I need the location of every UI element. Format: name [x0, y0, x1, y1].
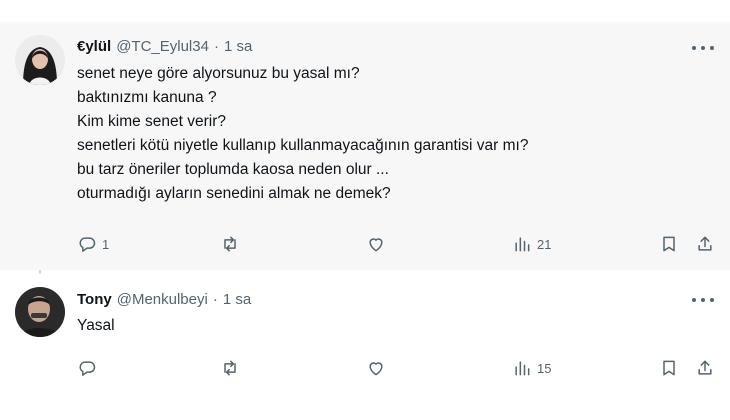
action-bar: 15: [0, 356, 730, 380]
separator-dot: ·: [212, 291, 218, 308]
avatar[interactable]: [15, 35, 65, 85]
views-button[interactable]: 21: [512, 232, 551, 256]
reply-icon: [79, 237, 96, 252]
tweet-text-line: Yasal: [77, 317, 115, 334]
avatar[interactable]: [15, 287, 65, 337]
tweet-text: senet neye göre alyorsunuz bu yasal mı? …: [77, 62, 697, 206]
reply-button[interactable]: [77, 356, 102, 380]
reply-icon: [79, 361, 96, 376]
bookmark-icon: [663, 236, 675, 252]
separator-dot: ·: [213, 38, 219, 55]
like-button[interactable]: [366, 356, 391, 380]
timestamp[interactable]: 1 sa: [224, 38, 252, 55]
more-icon[interactable]: [692, 41, 714, 55]
bookmark-button[interactable]: [659, 232, 679, 256]
repost-button[interactable]: [220, 232, 245, 256]
timestamp[interactable]: 1 sa: [223, 291, 251, 308]
views-count: 21: [537, 236, 552, 252]
tweet-header: Tony @Menkulbeyi · 1 sa: [77, 291, 251, 308]
avatar-image: [15, 35, 65, 85]
display-name[interactable]: €ylül: [77, 38, 111, 55]
display-name[interactable]: Tony: [77, 291, 112, 308]
tweet-text-line: Kim kime senet verir?: [77, 113, 227, 130]
share-button[interactable]: [695, 232, 715, 256]
repost-icon: [224, 236, 236, 252]
views-button[interactable]: 15: [512, 356, 551, 380]
heart-icon: [369, 362, 383, 376]
tweet[interactable]: Tony @Menkulbeyi · 1 sa Yasal 15: [0, 278, 730, 388]
action-bar: 1 21: [0, 232, 730, 256]
bookmark-button[interactable]: [659, 356, 679, 380]
tweet-text-line: bu tarz öneriler toplumda kaosa neden ol…: [77, 161, 389, 178]
share-button[interactable]: [695, 356, 715, 380]
bookmark-icon: [663, 360, 675, 376]
tweet-text-line: senet neye göre alyorsunuz bu yasal mı?: [77, 65, 360, 82]
repost-button[interactable]: [220, 356, 245, 380]
views-count: 15: [537, 360, 552, 376]
tweet-text-line: senetleri kötü niyetle kullanıp kullanma…: [77, 137, 529, 154]
tweet-text: Yasal: [77, 314, 697, 338]
tweet-text-line: baktınızmı kanuna ?: [77, 89, 217, 106]
heart-icon: [369, 238, 383, 252]
like-button[interactable]: [366, 232, 391, 256]
handle[interactable]: @Menkulbeyi: [117, 291, 208, 308]
views-icon: [515, 237, 530, 252]
handle[interactable]: @TC_Eylul34: [116, 38, 209, 55]
avatar-image: [15, 287, 65, 337]
share-icon: [698, 360, 712, 375]
share-icon: [698, 236, 712, 251]
views-icon: [515, 361, 530, 376]
tweet[interactable]: €ylül @TC_Eylul34 · 1 sa senet neye göre…: [0, 22, 730, 270]
tweet-header: €ylül @TC_Eylul34 · 1 sa: [77, 38, 252, 55]
reply-count: 1: [102, 236, 110, 252]
repost-icon: [224, 360, 236, 376]
more-icon[interactable]: [692, 293, 714, 307]
tweet-text-line: oturmadığı ayların senedini almak ne dem…: [77, 185, 391, 202]
reply-button[interactable]: 1: [77, 232, 109, 256]
